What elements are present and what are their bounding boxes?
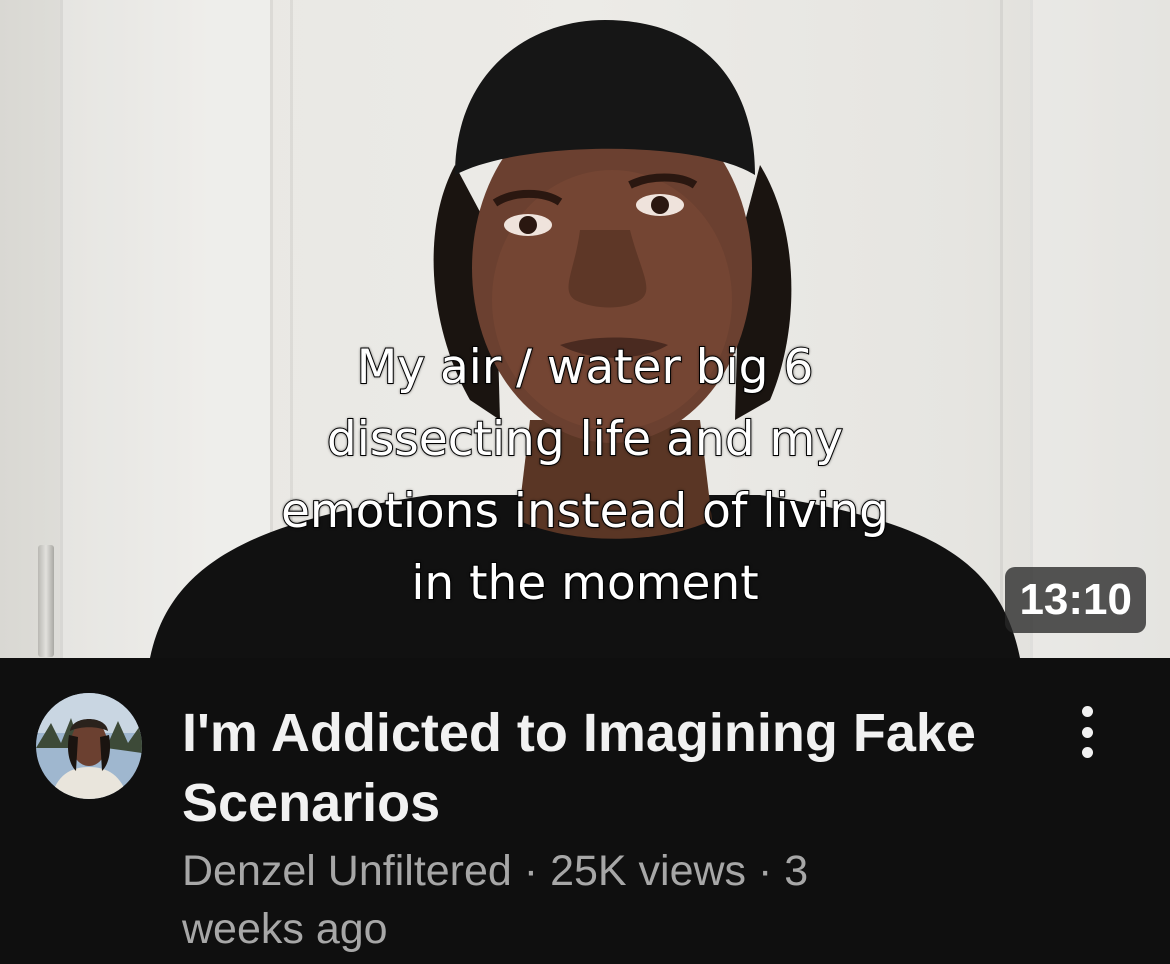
caption-line: in the moment: [410, 555, 759, 612]
channel-avatar[interactable]: [36, 693, 142, 799]
duration-badge: 13:10: [1005, 567, 1146, 633]
separator: ·: [523, 847, 539, 895]
caption-line: emotions instead of living: [280, 483, 890, 540]
video-subtitle: Denzel Unfiltered · 25K views · 3 weeks …: [182, 842, 942, 958]
more-vert-icon[interactable]: [1062, 700, 1112, 764]
separator: ·: [758, 847, 773, 895]
menu-dot: [1081, 706, 1093, 717]
video-thumbnail[interactable]: My air / water big 6 dissecting life and…: [0, 0, 1170, 658]
video-card[interactable]: My air / water big 6 dissecting life and…: [0, 0, 1170, 964]
video-title[interactable]: I'm Addicted to Imagining Fake Scenarios: [182, 698, 982, 838]
channel-name[interactable]: Denzel Unfiltered: [182, 847, 512, 895]
menu-dot: [1081, 726, 1093, 738]
caption-line: My air / water big 6: [356, 339, 815, 396]
menu-dot: [1081, 747, 1093, 758]
avatar-image: [36, 693, 142, 799]
view-count: 25K views: [550, 847, 747, 895]
caption-line: dissecting life and my: [326, 411, 844, 468]
thumbnail-caption: My air / water big 6 dissecting life and…: [170, 332, 1000, 620]
